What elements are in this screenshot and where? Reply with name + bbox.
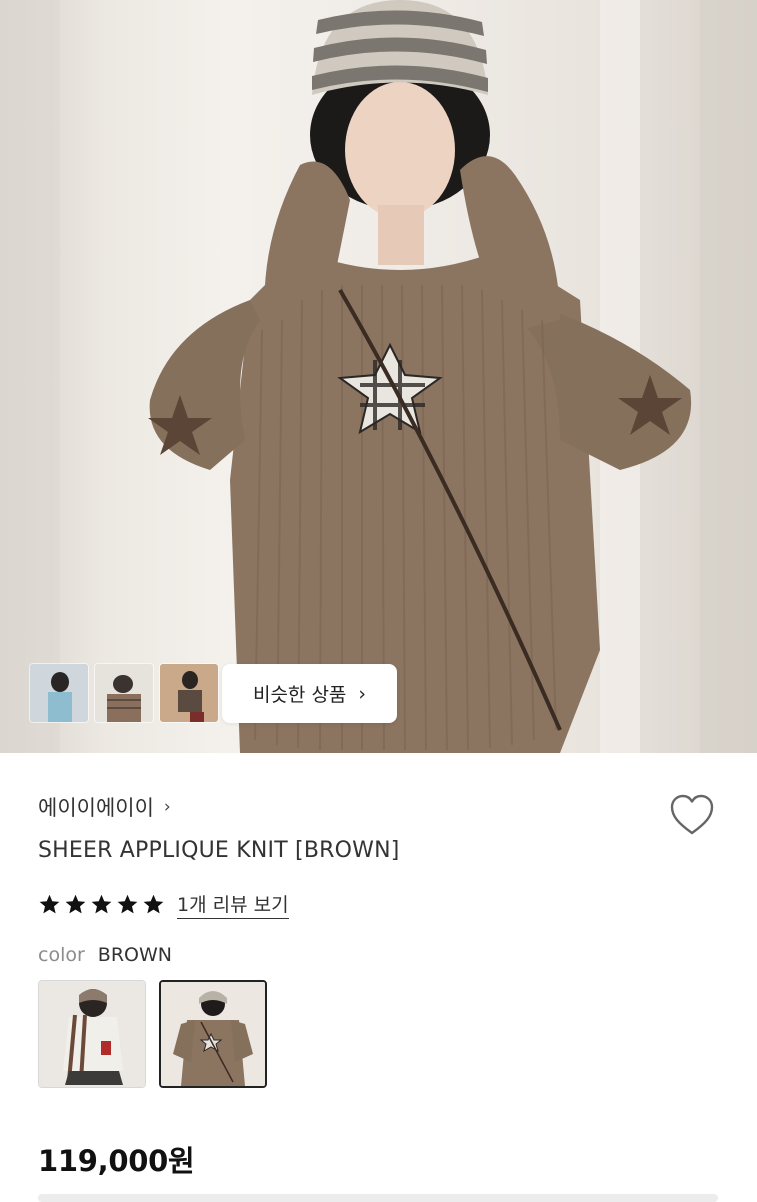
color-option-image xyxy=(39,981,145,1087)
color-row: color BROWN xyxy=(38,944,172,966)
chevron-right-icon: › xyxy=(358,682,367,705)
brand-name: 에이이에이이 xyxy=(38,796,154,820)
star-filled-icon xyxy=(143,894,164,914)
similar-products-button[interactable]: 비슷한 상품 › xyxy=(222,664,397,723)
star-rating xyxy=(38,893,165,916)
color-option-1[interactable] xyxy=(38,980,146,1088)
rating-row: 1개 리뷰 보기 xyxy=(38,890,289,919)
product-price: 119,000원 xyxy=(38,1144,195,1178)
star-filled-icon xyxy=(117,894,138,914)
thumbnail-1[interactable] xyxy=(30,664,88,722)
star-filled-icon xyxy=(65,894,86,914)
color-option-image xyxy=(161,982,265,1086)
heart-outline-icon[interactable] xyxy=(668,792,716,838)
chevron-right-icon: › xyxy=(163,797,171,817)
star-filled-icon xyxy=(91,894,112,914)
view-reviews-link[interactable]: 1개 리뷰 보기 xyxy=(177,890,289,919)
thumbnail-strip xyxy=(30,664,218,722)
color-value: BROWN xyxy=(97,944,172,966)
star-filled-icon xyxy=(39,894,60,914)
thumbnail-3[interactable] xyxy=(160,664,218,722)
product-title: SHEER APPLIQUE KNIT [BROWN] xyxy=(38,838,400,863)
color-label: color xyxy=(38,944,85,966)
bottom-bar-edge xyxy=(38,1194,718,1202)
product-hero-image[interactable]: 비슷한 상품 › xyxy=(0,0,757,753)
similar-products-label: 비슷한 상품 xyxy=(252,684,347,706)
color-option-2-selected[interactable] xyxy=(159,980,267,1088)
model-photo xyxy=(0,0,757,753)
brand-link[interactable]: 에이이에이이 › xyxy=(38,792,171,822)
thumbnail-2[interactable] xyxy=(95,664,153,722)
